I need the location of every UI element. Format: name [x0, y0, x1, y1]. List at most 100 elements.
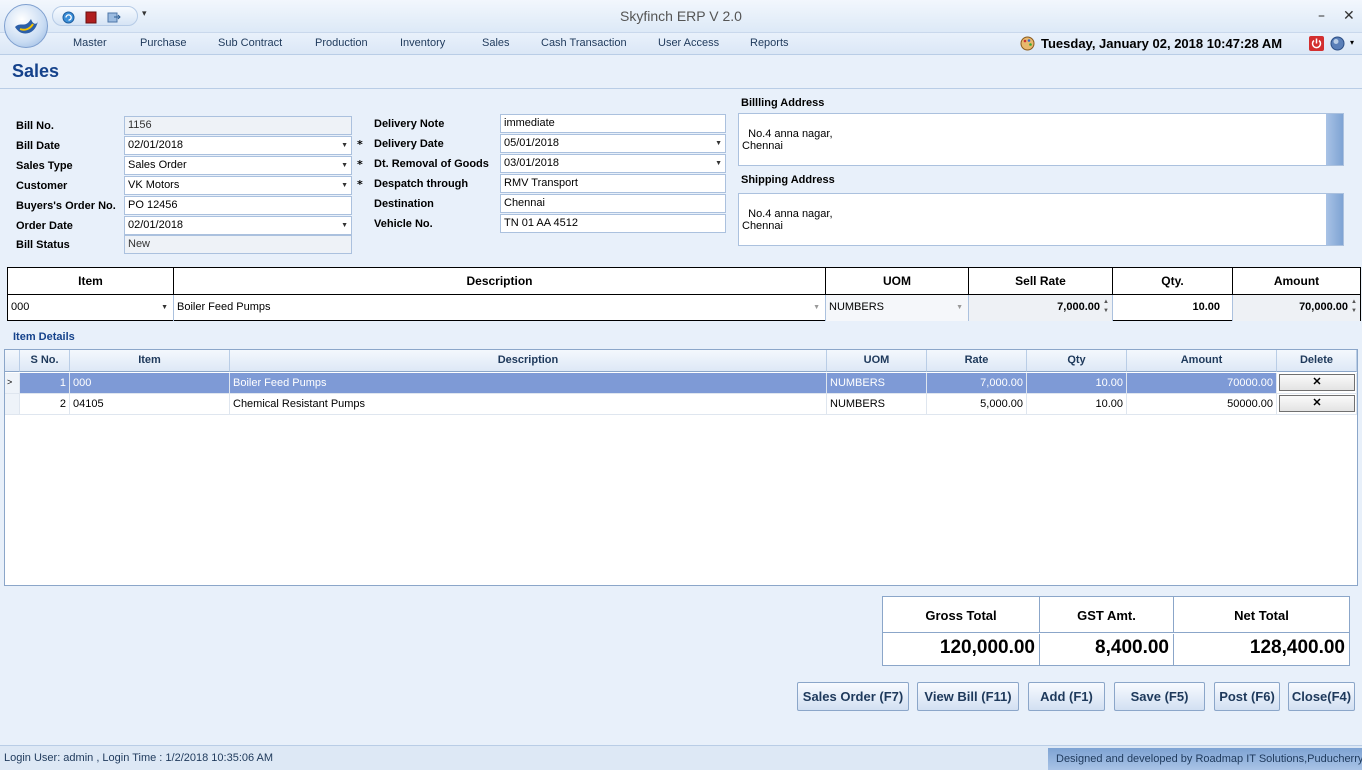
palette-icon[interactable]	[1020, 36, 1035, 54]
required-marker: *	[357, 178, 363, 191]
menu-sales[interactable]: Sales	[482, 37, 510, 49]
shipping-address-label: Shipping Address	[741, 174, 835, 186]
chevron-down-icon: ▼	[161, 304, 168, 311]
vehicle-input[interactable]: TN 01 AA 4512	[500, 214, 726, 233]
view-bill-button[interactable]: View Bill (F11)	[917, 682, 1019, 711]
vehicle-label: Vehicle No.	[374, 218, 433, 230]
menu-cash-transaction[interactable]: Cash Transaction	[541, 37, 627, 49]
sales-type-label: Sales Type	[16, 160, 73, 172]
sales-order-button[interactable]: Sales Order (F7)	[797, 682, 909, 711]
buyers-order-input[interactable]: PO 12456	[124, 196, 352, 215]
bill-status-field: New	[124, 235, 352, 254]
order-date-picker[interactable]: 02/01/2018 ▼	[124, 216, 352, 235]
grid-header-uom[interactable]: UOM	[827, 350, 927, 372]
row-description: Chemical Resistant Pumps	[230, 394, 827, 415]
uom-select[interactable]: NUMBERS ▼	[826, 295, 969, 321]
chevron-down-icon: ▼	[341, 182, 348, 189]
developer-credit: Designed and developed by Roadmap IT Sol…	[1048, 748, 1362, 770]
row-pointer-icon: >	[5, 373, 20, 394]
sell-rate-spinner[interactable]: 7,000.00 ▲ ▼	[969, 295, 1113, 321]
grid-header-amount[interactable]: Amount	[1127, 350, 1277, 372]
billing-scrollbar[interactable]	[1326, 114, 1343, 165]
row-item: 000	[70, 373, 230, 394]
bill-no-field: 1156	[124, 116, 352, 135]
spinner-arrows-icon[interactable]: ▲ ▼	[1351, 298, 1357, 316]
removal-date-picker[interactable]: 03/01/2018 ▼	[500, 154, 726, 173]
power-icon[interactable]	[1309, 36, 1324, 51]
entry-header-description: Description	[174, 268, 826, 295]
bill-date-label: Bill Date	[16, 140, 61, 152]
spinner-arrows-icon[interactable]: ▲ ▼	[1103, 298, 1109, 316]
grid-header-description[interactable]: Description	[230, 350, 827, 372]
menu-reports[interactable]: Reports	[750, 37, 789, 49]
table-row[interactable]: > 1 000 Boiler Feed Pumps NUMBERS 7,000.…	[5, 373, 1357, 394]
grid-header-rate[interactable]: Rate	[927, 350, 1027, 372]
chevron-down-icon: ▼	[341, 142, 348, 149]
delete-row-button[interactable]: ✕	[1279, 374, 1355, 391]
bill-date-picker[interactable]: 02/01/2018 ▼	[124, 136, 352, 155]
buyers-order-label: Buyers's Order No.	[16, 200, 116, 212]
post-button[interactable]: Post (F6)	[1214, 682, 1280, 711]
page-title: Sales	[12, 61, 60, 81]
sales-type-select[interactable]: Sales Order ▼	[124, 156, 352, 175]
gross-total-value: 120,000.00	[883, 634, 1040, 665]
bill-no-label: Bill No.	[16, 120, 54, 132]
theme-orb-icon[interactable]	[1330, 36, 1345, 54]
delivery-date-picker[interactable]: 05/01/2018 ▼	[500, 134, 726, 153]
customer-label: Customer	[16, 180, 68, 192]
description-select[interactable]: Boiler Feed Pumps ▼	[174, 295, 826, 321]
menu-sub-contract[interactable]: Sub Contract	[218, 37, 282, 49]
row-delete-cell: ✕	[1277, 394, 1357, 415]
shipping-address-textarea[interactable]: No.4 anna nagar, Chennai	[738, 193, 1344, 246]
grid-header-delete[interactable]: Delete	[1277, 350, 1357, 372]
vehicle-value: TN 01 AA 4512	[504, 217, 578, 229]
qty-input[interactable]: 10.00	[1113, 295, 1233, 321]
save-button[interactable]: Save (F5)	[1114, 682, 1205, 711]
destination-input[interactable]: Chennai	[500, 194, 726, 213]
window-title: Skyfinch ERP V 2.0	[620, 8, 742, 24]
billing-address-value: No.4 anna nagar, Chennai	[742, 128, 833, 152]
bird-logo-icon	[15, 19, 38, 34]
row-sno: 2	[20, 394, 70, 415]
grid-header-qty[interactable]: Qty	[1027, 350, 1127, 372]
add-button[interactable]: Add (F1)	[1028, 682, 1105, 711]
net-total-value: 128,400.00	[1249, 637, 1345, 658]
menu-purchase[interactable]: Purchase	[140, 37, 186, 49]
menu-production[interactable]: Production	[315, 37, 368, 49]
billing-address-textarea[interactable]: No.4 anna nagar, Chennai	[738, 113, 1344, 166]
chevron-down-icon[interactable]: ▾	[1350, 38, 1354, 47]
chevron-down-icon: ▼	[715, 160, 722, 167]
despatch-label: Despatch through	[374, 178, 469, 190]
delivery-note-input[interactable]: immediate	[500, 114, 726, 133]
menu-master[interactable]: Master	[73, 37, 107, 49]
close-button[interactable]: Close(F4)	[1288, 682, 1355, 711]
item-select[interactable]: 000 ▼	[8, 295, 174, 321]
row-sno: 1	[20, 373, 70, 394]
menu-user-access[interactable]: User Access	[658, 37, 719, 49]
chevron-down-icon: ▼	[956, 304, 963, 311]
delivery-date-value: 05/01/2018	[504, 137, 560, 149]
gst-amount-value: 8,400.00	[1040, 634, 1174, 665]
minimize-button[interactable]: –	[1318, 8, 1325, 24]
shipping-address-value: No.4 anna nagar, Chennai	[742, 208, 833, 232]
login-info: Login User: admin , Login Time : 1/2/201…	[4, 752, 274, 764]
close-window-button[interactable]: ✕	[1343, 8, 1355, 24]
delivery-date-label: Delivery Date	[374, 138, 444, 150]
grid-header-item[interactable]: Item	[70, 350, 230, 372]
entry-header-uom: UOM	[826, 268, 969, 295]
app-menu-button[interactable]	[4, 4, 48, 48]
menu-inventory[interactable]: Inventory	[400, 37, 445, 49]
chevron-down-icon: ▼	[341, 162, 348, 169]
grid-header-sno[interactable]: S No.	[20, 350, 70, 372]
shipping-scrollbar[interactable]	[1326, 194, 1343, 245]
status-bar: Login User: admin , Login Time : 1/2/201…	[0, 745, 1362, 770]
amount-spinner[interactable]: 70,000.00 ▲ ▼	[1233, 295, 1360, 321]
despatch-input[interactable]: RMV Transport	[500, 174, 726, 193]
delete-row-button[interactable]: ✕	[1279, 395, 1355, 412]
menu-bar: Master Purchase Sub Contract Production …	[0, 33, 1362, 55]
title-bar: ▾ Skyfinch ERP V 2.0 – ✕	[0, 0, 1362, 33]
row-amount: 70000.00	[1127, 373, 1277, 394]
row-qty: 10.00	[1027, 394, 1127, 415]
table-row[interactable]: 2 04105 Chemical Resistant Pumps NUMBERS…	[5, 394, 1357, 415]
customer-select[interactable]: VK Motors ▼	[124, 176, 352, 195]
